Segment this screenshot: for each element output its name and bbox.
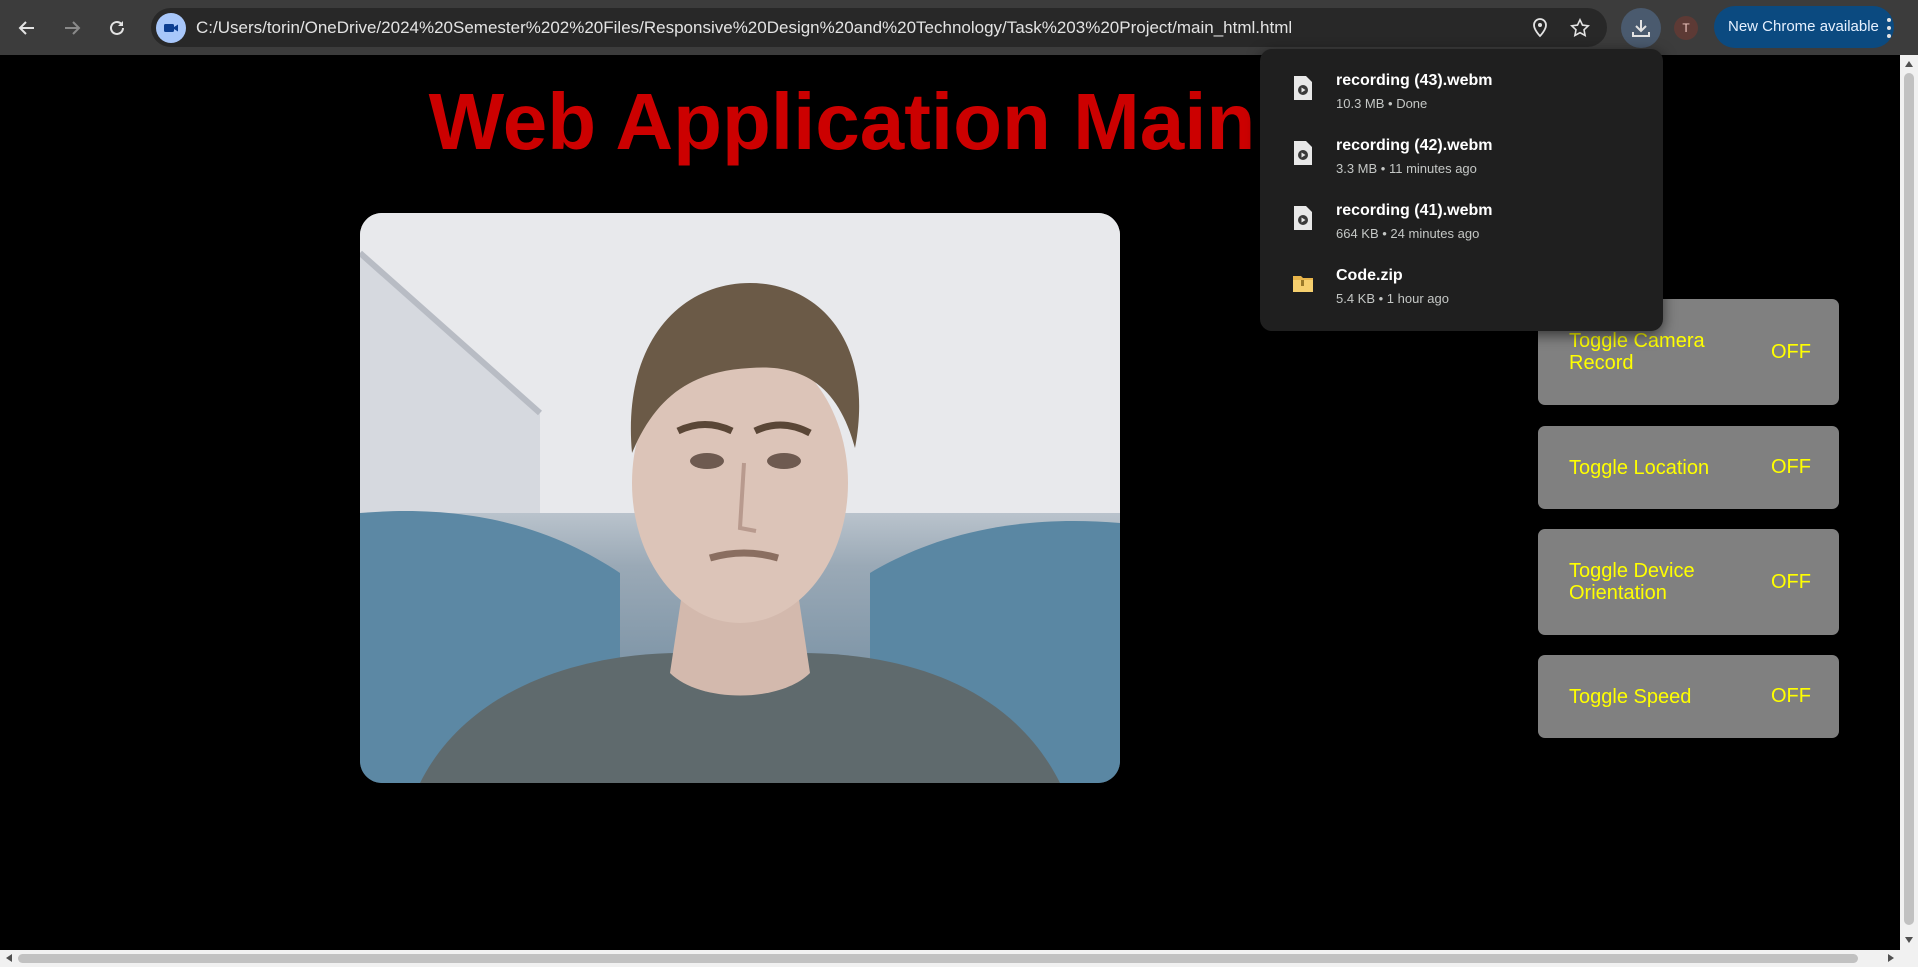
back-icon bbox=[18, 21, 34, 35]
download-filename: recording (42).webm bbox=[1336, 137, 1493, 154]
toggle-label: Toggle Location bbox=[1569, 456, 1710, 479]
toggle-state: OFF bbox=[1771, 456, 1811, 478]
toggle-label: Toggle Device Orientation bbox=[1569, 560, 1695, 604]
forward-button[interactable] bbox=[56, 12, 88, 44]
toggle-state: OFF bbox=[1771, 340, 1811, 363]
download-status: 5.4 KB • 1 hour ago bbox=[1336, 291, 1449, 306]
horizontal-scroll-thumb[interactable] bbox=[18, 954, 1858, 963]
download-item[interactable]: recording (42).webm 3.3 MB • 11 minutes … bbox=[1260, 123, 1663, 188]
browser-toolbar: C:/Users/torin/OneDrive/2024%20Semester%… bbox=[0, 0, 1918, 55]
star-icon[interactable] bbox=[1568, 16, 1592, 40]
new-chrome-update-button[interactable]: New Chrome available bbox=[1714, 6, 1894, 48]
reload-icon bbox=[110, 20, 124, 35]
reload-button[interactable] bbox=[101, 12, 133, 44]
forward-icon bbox=[65, 21, 81, 35]
vertical-scrollbar[interactable] bbox=[1900, 55, 1918, 950]
toggle-location-button[interactable]: Toggle Location OFF bbox=[1538, 426, 1839, 509]
scroll-right-icon[interactable] bbox=[1888, 954, 1894, 962]
download-item[interactable]: Code.zip 5.4 KB • 1 hour ago bbox=[1260, 253, 1663, 318]
address-bar[interactable]: C:/Users/torin/OneDrive/2024%20Semester%… bbox=[151, 8, 1607, 47]
camera-site-icon[interactable] bbox=[156, 13, 186, 43]
zip-folder-icon bbox=[1293, 276, 1313, 292]
download-filename: recording (41).webm bbox=[1336, 202, 1493, 219]
download-status: 10.3 MB • Done bbox=[1336, 96, 1428, 111]
scroll-down-icon[interactable] bbox=[1905, 937, 1913, 943]
location-icon[interactable] bbox=[1528, 16, 1552, 40]
horizontal-scrollbar[interactable] bbox=[0, 950, 1918, 967]
menu-icon[interactable] bbox=[1883, 14, 1895, 42]
download-item[interactable]: recording (43).webm 10.3 MB • Done bbox=[1260, 58, 1663, 123]
toggle-device-orientation-button[interactable]: Toggle Device Orientation OFF bbox=[1538, 529, 1839, 635]
video-file-icon bbox=[1294, 141, 1312, 165]
toggle-speed-button[interactable]: Toggle Speed OFF bbox=[1538, 655, 1839, 738]
toggle-state: OFF bbox=[1771, 570, 1811, 593]
url-text[interactable]: C:/Users/torin/OneDrive/2024%20Semester%… bbox=[196, 8, 1292, 47]
vertical-scroll-thumb[interactable] bbox=[1904, 73, 1914, 925]
download-filename: recording (43).webm bbox=[1336, 72, 1493, 89]
download-status: 664 KB • 24 minutes ago bbox=[1336, 226, 1480, 241]
back-button[interactable] bbox=[11, 12, 43, 44]
downloads-panel: recording (43).webm 10.3 MB • Done recor… bbox=[1260, 49, 1663, 331]
toggle-label: Toggle Speed bbox=[1569, 685, 1692, 708]
download-icon bbox=[1632, 20, 1650, 37]
download-status: 3.3 MB • 11 minutes ago bbox=[1336, 161, 1477, 176]
toggle-state: OFF bbox=[1771, 685, 1811, 707]
downloads-button[interactable] bbox=[1621, 8, 1661, 48]
download-item[interactable]: recording (41).webm 664 KB • 24 minutes … bbox=[1260, 188, 1663, 253]
scroll-up-icon[interactable] bbox=[1905, 61, 1913, 67]
toggle-label: Toggle Camera Record bbox=[1569, 330, 1705, 374]
camera-video-frame bbox=[360, 213, 1120, 783]
camera-feed bbox=[360, 213, 1120, 783]
video-file-icon bbox=[1294, 76, 1312, 100]
download-filename: Code.zip bbox=[1336, 267, 1403, 284]
video-file-icon bbox=[1294, 206, 1312, 230]
profile-avatar[interactable]: T bbox=[1674, 16, 1698, 40]
scroll-left-icon[interactable] bbox=[6, 954, 12, 962]
